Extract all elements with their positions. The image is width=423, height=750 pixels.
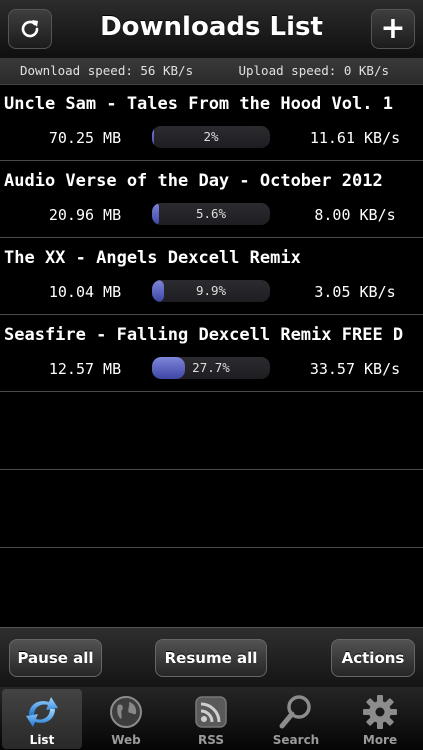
tab-rss[interactable]: RSS [171,689,251,749]
tab-more[interactable]: More [340,689,420,749]
page-title: Downloads List [100,12,323,42]
download-name: The XX - Angels Dexcell Remix [4,248,301,268]
download-row[interactable]: The XX - Angels Dexcell Remix 10.04 MB 9… [0,238,423,315]
tab-bar: List Web RSS Search More [0,687,423,750]
tab-web[interactable]: Web [86,689,166,749]
globe-icon [110,696,142,728]
tab-label: More [362,733,398,747]
actions-button[interactable]: Actions [331,639,415,677]
tab-label: Search [272,733,320,747]
download-size: 20.96 MB [48,206,122,224]
pause-all-button[interactable]: Pause all [9,639,102,677]
download-name: Seasfire - Falling Dexcell Remix FREE D [4,325,404,345]
download-size: 12.57 MB [48,360,122,378]
speed-status-bar: Download speed: 56 KB/s Upload speed: 0 … [0,58,423,85]
download-speed-value: 33.57 KB/s [309,360,401,378]
download-row[interactable]: Seasfire - Falling Dexcell Remix FREE D … [0,315,423,392]
download-progress-bar: 9.9% [152,280,270,302]
tab-label: List [29,733,55,747]
resume-all-button[interactable]: Resume all [155,639,267,677]
progress-percent: 5.6% [195,206,227,221]
tab-label: RSS [198,733,224,747]
empty-row [0,470,423,548]
downloads-list: Uncle Sam - Tales From the Hood Vol. 1 7… [0,84,423,627]
progress-percent: 9.9% [195,283,227,298]
rss-icon [195,696,227,728]
download-speed-value: 11.61 KB/s [309,129,401,147]
download-size: 70.25 MB [48,129,122,147]
download-progress-bar: 27.7% [152,357,270,379]
gear-icon [363,695,397,729]
add-download-button[interactable]: + [371,9,415,49]
download-speed-value: 3.05 KB/s [314,283,396,301]
magnifier-icon [279,695,311,729]
download-name: Uncle Sam - Tales From the Hood Vol. 1 [4,94,393,114]
download-row[interactable]: Uncle Sam - Tales From the Hood Vol. 1 7… [0,84,423,161]
download-name: Audio Verse of the Day - October 2012 [4,171,383,191]
action-toolbar: Pause all Resume all Actions [0,627,423,688]
tab-label: Web [111,733,141,747]
upload-speed: Upload speed: 0 KB/s [238,63,389,78]
empty-row [0,548,423,626]
download-size: 10.04 MB [48,283,122,301]
plus-icon: + [380,11,406,46]
download-speed: Download speed: 56 KB/s [20,63,194,78]
download-speed-value: 8.00 KB/s [314,206,396,224]
download-row[interactable]: Audio Verse of the Day - October 2012 20… [0,161,423,238]
download-progress-bar: 5.6% [152,203,270,225]
tab-list[interactable]: List [2,689,82,749]
list-sync-icon [26,697,58,727]
progress-percent: 27.7% [192,360,230,375]
progress-percent: 2% [203,129,219,144]
empty-row [0,392,423,470]
tab-search[interactable]: Search [256,689,336,749]
download-progress-bar: 2% [152,126,270,148]
navigation-bar: Downloads List + [0,0,423,58]
